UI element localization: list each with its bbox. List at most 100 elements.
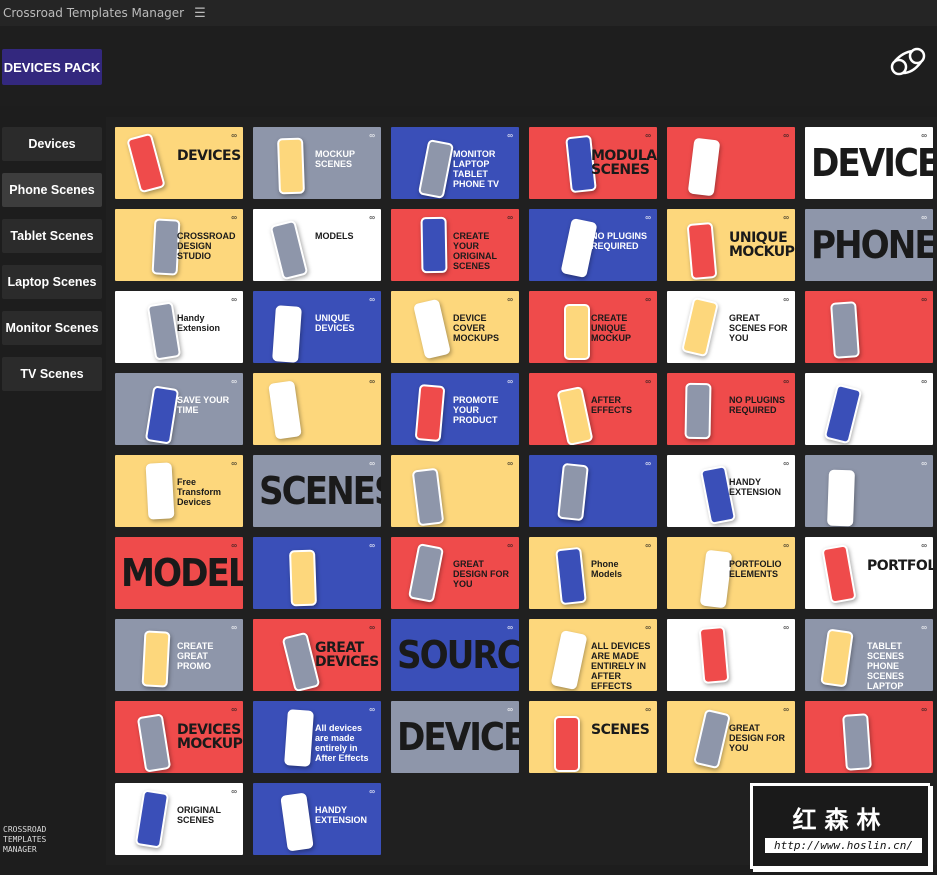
brand-mark-icon: ∞ <box>783 541 789 550</box>
sidebar-item-phone-scenes[interactable]: Phone Scenes <box>2 173 102 207</box>
sidebar-item-laptop-scenes[interactable]: Laptop Scenes <box>2 265 102 299</box>
template-thumbnail[interactable]: NO PLUGINS REQUIRED ∞ <box>667 373 795 445</box>
brand-mark-icon: ∞ <box>231 459 237 468</box>
phone-mockup-icon <box>134 789 170 849</box>
template-thumbnail[interactable]: ∞ <box>805 373 933 445</box>
template-thumbnail[interactable]: GREAT SCENES FOR YOU ∞ <box>667 291 795 363</box>
template-thumbnail[interactable]: TABLET SCENES PHONE SCENES LAPTOP SCENES… <box>805 619 933 691</box>
brand-mark-icon: ∞ <box>921 623 927 632</box>
brand-mark-icon: ∞ <box>369 541 375 550</box>
brand-mark-icon: ∞ <box>369 131 375 140</box>
thumbnail-caption: SOURCE <box>397 633 519 677</box>
template-thumbnail[interactable]: DEVICES MOCKUPS ∞ <box>115 701 243 773</box>
template-thumbnail[interactable]: ALL DEVICES ARE MADE ENTIRELY IN AFTER E… <box>529 619 657 691</box>
template-thumbnail[interactable]: ∞ <box>391 455 519 527</box>
brand-mark-icon: ∞ <box>921 131 927 140</box>
thumbnail-caption: MODELS <box>315 231 354 241</box>
template-thumbnail[interactable]: GREAT DESIGN FOR YOU ∞ <box>667 701 795 773</box>
sidebar-item-tv-scenes[interactable]: TV Scenes <box>2 357 102 391</box>
template-thumbnail[interactable]: AFTER EFFECTS ∞ <box>529 373 657 445</box>
template-thumbnail[interactable]: SCENES∞ <box>253 455 381 527</box>
thumbnail-caption: PROMOTE YOUR PRODUCT <box>453 395 499 425</box>
template-thumbnail[interactable]: ORIGINAL SCENES ∞ <box>115 783 243 855</box>
template-thumbnail[interactable]: ∞ <box>529 455 657 527</box>
brand-mark-icon: ∞ <box>231 541 237 550</box>
sidebar-item-devices[interactable]: Devices <box>2 127 102 161</box>
template-thumbnail[interactable]: CREATE UNIQUE MOCKUP ∞ <box>529 291 657 363</box>
thumbnail-caption: GREAT DESIGN FOR YOU <box>729 723 786 753</box>
template-thumbnail[interactable]: SAVE YOUR TIME ∞ <box>115 373 243 445</box>
template-thumbnail[interactable]: ∞ <box>805 291 933 363</box>
thumbnail-caption: DEVICE COVER MOCKUPS <box>453 313 500 343</box>
template-thumbnail[interactable]: CREATE YOUR ORIGINAL SCENES ∞ <box>391 209 519 281</box>
template-thumbnail[interactable]: Phone Models ∞ <box>529 537 657 609</box>
template-thumbnail[interactable]: CROSSROAD DESIGN STUDIO ∞ <box>115 209 243 281</box>
template-thumbnail[interactable]: SOURCE∞ <box>391 619 519 691</box>
template-thumbnail[interactable]: PROMOTE YOUR PRODUCT ∞ <box>391 373 519 445</box>
template-thumbnail[interactable]: ∞ <box>667 127 795 199</box>
template-thumbnail[interactable]: DEVICES∞ <box>115 127 243 199</box>
template-thumbnail[interactable]: Handy Extension ∞ <box>115 291 243 363</box>
brand-mark-icon: ∞ <box>507 705 513 714</box>
template-thumbnail[interactable]: MOCKUP SCENES ∞ <box>253 127 381 199</box>
template-thumbnail[interactable]: Free Transform Devices ∞ <box>115 455 243 527</box>
template-thumbnail[interactable]: CREATE GREAT PROMO ∞ <box>115 619 243 691</box>
hamburger-menu-icon[interactable]: ☰ <box>194 6 206 21</box>
brand-mark-icon: ∞ <box>921 541 927 550</box>
thumbnail-caption: All devices are made entirely in After E… <box>315 723 369 763</box>
template-thumbnail[interactable]: MONITOR LAPTOP TABLET PHONE TV ∞ <box>391 127 519 199</box>
template-thumbnail[interactable]: MODELS ∞ <box>253 209 381 281</box>
template-thumbnail[interactable]: ∞ <box>805 701 933 773</box>
brand-mark-icon: ∞ <box>369 213 375 222</box>
devices-pack-button[interactable]: DEVICES PACK <box>2 49 102 85</box>
sidebar-item-monitor-scenes[interactable]: Monitor Scenes <box>2 311 102 345</box>
thumbnail-caption: DEVICES <box>177 148 241 164</box>
thumbnail-caption: DEVICES MOCKUPS <box>177 722 243 752</box>
template-thumbnail[interactable]: SCENES∞ <box>529 701 657 773</box>
brand-mark-icon: ∞ <box>369 459 375 468</box>
template-thumbnail[interactable]: ∞ <box>253 537 381 609</box>
template-thumbnail[interactable]: DEVICES∞ <box>391 701 519 773</box>
phone-mockup-icon <box>556 385 594 445</box>
template-thumbnail[interactable]: HANDY EXTENSION ∞ <box>667 455 795 527</box>
template-thumbnail[interactable]: ∞ <box>805 455 933 527</box>
phone-mockup-icon <box>698 625 730 685</box>
brand-mark-icon: ∞ <box>783 705 789 714</box>
template-thumbnail[interactable]: ∞ <box>253 373 381 445</box>
template-thumbnail[interactable]: GREAT DEVICES ∞ <box>253 619 381 691</box>
template-thumbnail[interactable]: ∞ <box>667 619 795 691</box>
header: DEVICES PACK <box>0 26 937 106</box>
template-thumbnail[interactable]: PORTFOLIO ELEMENTS ∞ <box>667 537 795 609</box>
brand-mark-icon: ∞ <box>507 213 513 222</box>
template-thumbnail[interactable]: GREAT DESIGN FOR YOU ∞ <box>391 537 519 609</box>
thumbnail-caption: GREAT DEVICES <box>315 640 379 670</box>
brand-mark-icon: ∞ <box>369 787 375 796</box>
brand-mark-icon: ∞ <box>369 705 375 714</box>
thumbnail-caption: CROSSROAD DESIGN STUDIO <box>177 231 236 261</box>
thumbnail-caption: PHONES <box>811 223 933 267</box>
template-thumbnail[interactable]: PORTFOLIO ∞ <box>805 537 933 609</box>
template-thumbnail[interactable]: All devices are made entirely in After E… <box>253 701 381 773</box>
brand-mark-icon: ∞ <box>783 377 789 386</box>
template-thumbnail[interactable]: DEVICE COVER MOCKUPS ∞ <box>391 291 519 363</box>
brand-mark-icon: ∞ <box>507 541 513 550</box>
phone-mockup-icon <box>268 380 302 440</box>
template-grid: DEVICES ∞ MOCKUP SCENES ∞ MONITOR LAPTOP TAB… <box>115 127 933 855</box>
template-thumbnail[interactable]: UNIQUE MOCKUPS ∞ <box>667 209 795 281</box>
template-thumbnail[interactable]: HANDY EXTENSION ∞ <box>253 783 381 855</box>
template-thumbnail[interactable]: PHONES∞ <box>805 209 933 281</box>
template-thumbnail[interactable]: NO PLUGINS REQUIRED ∞ <box>529 209 657 281</box>
thumbnail-caption: GREAT DESIGN FOR YOU <box>453 559 510 589</box>
sidebar-item-tablet-scenes[interactable]: Tablet Scenes <box>2 219 102 253</box>
thumbnail-caption: NO PLUGINS REQUIRED <box>591 231 648 251</box>
watermark-name: 红森林 <box>792 807 889 834</box>
category-sidebar: Devices Phone Scenes Tablet Scenes Laptop S… <box>2 127 102 403</box>
brand-mark-icon: ∞ <box>369 295 375 304</box>
thumbnail-caption: MONITOR LAPTOP TABLET PHONE TV <box>453 149 500 189</box>
brand-mark-icon: ∞ <box>507 295 513 304</box>
template-thumbnail[interactable]: DEVICES∞ <box>805 127 933 199</box>
template-thumbnail[interactable]: MODELS∞ <box>115 537 243 609</box>
template-thumbnail[interactable]: MODULAR SCENES ∞ <box>529 127 657 199</box>
template-thumbnail[interactable]: UNIQUE DEVICES ∞ <box>253 291 381 363</box>
phone-mockup-icon <box>126 132 166 194</box>
